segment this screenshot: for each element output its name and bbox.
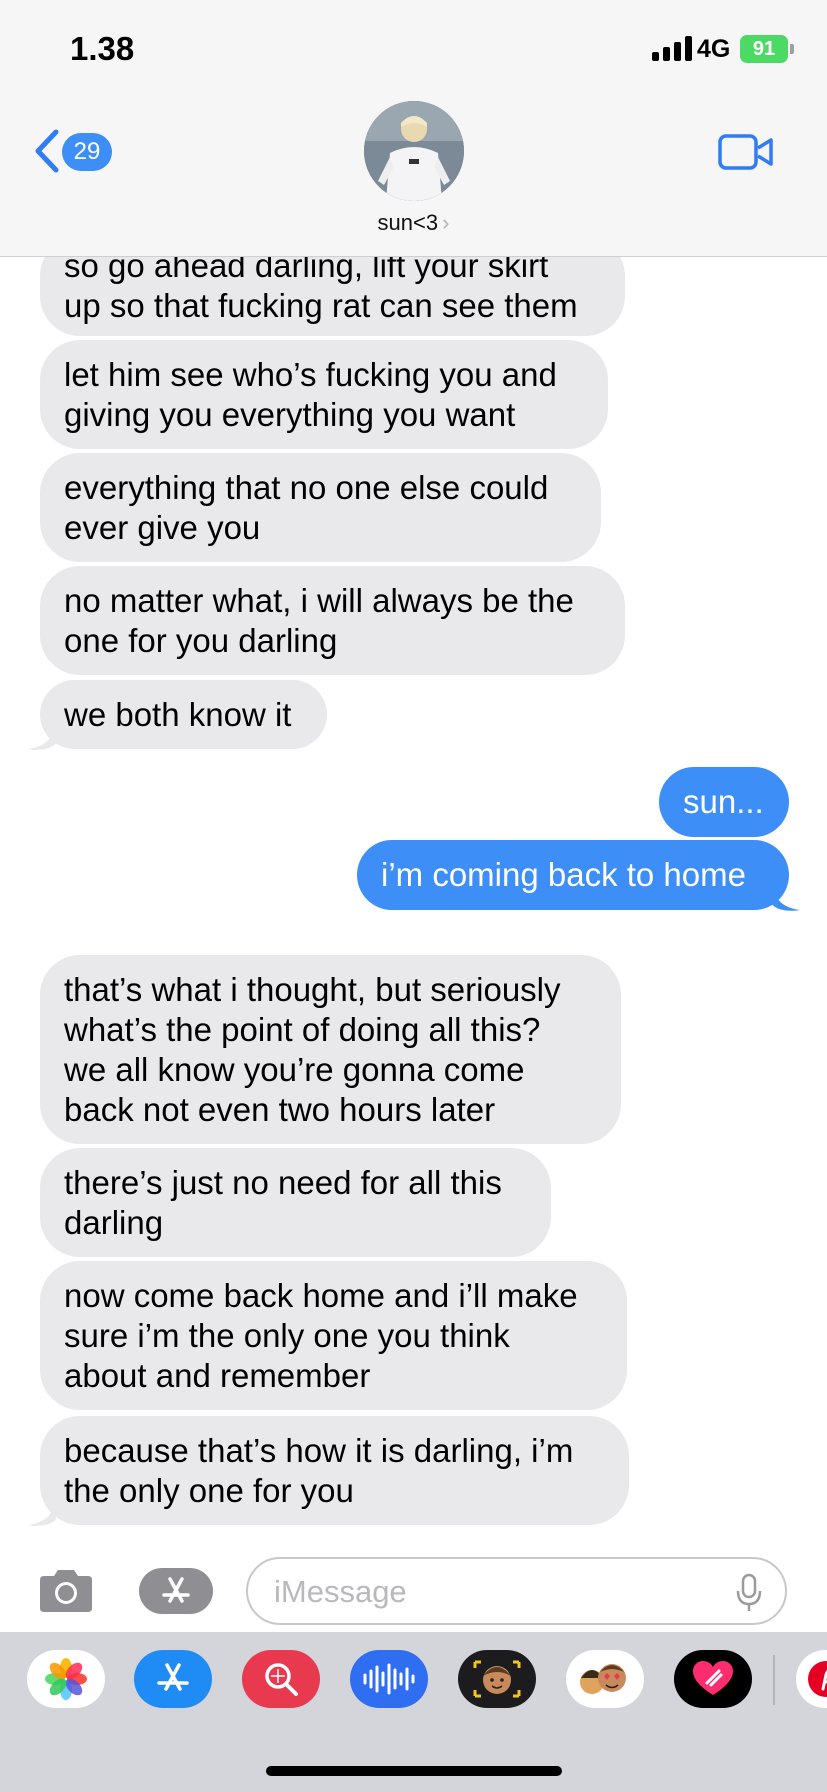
contact-photo-icon [364, 101, 464, 201]
message-bubble-incoming[interactable]: everything that no one else could ever g… [40, 453, 601, 562]
app-store-icon [162, 1577, 190, 1603]
message-text: sun... [683, 783, 764, 820]
app-store-button[interactable] [139, 1568, 213, 1614]
message-text: because that’s how it is darling, i’m th… [64, 1431, 574, 1509]
message-text: so go ahead darling, lift your skirt up … [64, 256, 578, 324]
message-text: i’m coming back to home [381, 856, 746, 893]
home-indicator[interactable] [266, 1766, 562, 1776]
drawer-divider [773, 1655, 775, 1705]
app-photos[interactable] [27, 1650, 105, 1708]
contact-name: sun<3 [377, 210, 439, 235]
message-text: we both know it [64, 695, 292, 733]
network-type: 4G [697, 35, 731, 63]
contact-name-button[interactable]: sun<3 › [0, 210, 827, 236]
app-store-icon [157, 1663, 189, 1691]
memoji-stickers-icon [580, 1664, 626, 1694]
camera-icon[interactable] [36, 1568, 96, 1614]
app-audio[interactable] [350, 1650, 428, 1708]
message-bubble-outgoing[interactable]: sun... [659, 767, 789, 837]
photos-icon [45, 1658, 87, 1700]
back-chevron-icon[interactable] [30, 128, 64, 174]
message-bubble-incoming[interactable]: we both know it [40, 680, 327, 749]
message-bubble-incoming[interactable]: let him see who’s fucking you and giving… [40, 340, 608, 449]
pinterest-icon [808, 1661, 827, 1697]
message-bubble-incoming[interactable]: there’s just no need for all this darlin… [40, 1148, 551, 1257]
message-bubble-incoming[interactable]: no matter what, i will always be the one… [40, 566, 625, 675]
avatar[interactable] [364, 101, 464, 201]
message-text: everything that no one else could ever g… [64, 468, 549, 546]
chevron-right-icon: › [442, 210, 450, 235]
facetime-video-icon[interactable] [718, 132, 774, 172]
message-text: that’s what i thought, but seriously wha… [64, 970, 561, 1128]
message-bubble-incoming[interactable]: because that’s how it is darling, i’m th… [40, 1416, 629, 1525]
image-search-icon [265, 1663, 298, 1696]
message-thread[interactable]: so go ahead darling, lift your skirt up … [0, 256, 827, 1556]
message-input[interactable] [272, 1571, 696, 1613]
message-text: let him see who’s fucking you and giving… [64, 355, 557, 433]
bubble-tail-icon [28, 1501, 56, 1526]
message-text: there’s just no need for all this darlin… [64, 1163, 502, 1241]
message-input-field[interactable] [246, 1557, 787, 1625]
message-bubble-incoming[interactable]: that’s what i thought, but seriously wha… [40, 955, 621, 1144]
cellular-signal-icon [652, 36, 692, 61]
message-bubble-incoming[interactable]: so go ahead darling, lift your skirt up … [40, 256, 625, 336]
app-image-search[interactable] [242, 1650, 320, 1708]
battery-level: 91 [752, 37, 776, 60]
message-text: no matter what, i will always be the one… [64, 581, 574, 659]
audio-waveform-icon [363, 1663, 415, 1695]
unread-count-badge[interactable]: 29 [62, 133, 112, 171]
bubble-tail-icon [28, 725, 56, 750]
conversation-header: 1.38 4G 91 29 sun<3 › [0, 0, 827, 257]
status-time: 1.38 [70, 30, 135, 67]
message-text: now come back home and i’ll make sure i’… [64, 1276, 578, 1394]
app-digital-touch[interactable] [674, 1650, 752, 1708]
battery-icon: 91 [740, 35, 788, 63]
battery-cap [790, 44, 794, 54]
bubble-tail-icon [772, 886, 800, 911]
app-memoji-stickers[interactable] [566, 1650, 644, 1708]
app-app-store[interactable] [134, 1650, 212, 1708]
message-bubble-outgoing[interactable]: i’m coming back to home [357, 840, 789, 910]
message-bubble-incoming[interactable]: now come back home and i’ll make sure i’… [40, 1261, 627, 1410]
memoji-icon [473, 1660, 521, 1698]
digital-touch-icon [693, 1661, 733, 1695]
microphone-icon[interactable] [735, 1573, 763, 1613]
app-memoji[interactable] [458, 1650, 536, 1708]
